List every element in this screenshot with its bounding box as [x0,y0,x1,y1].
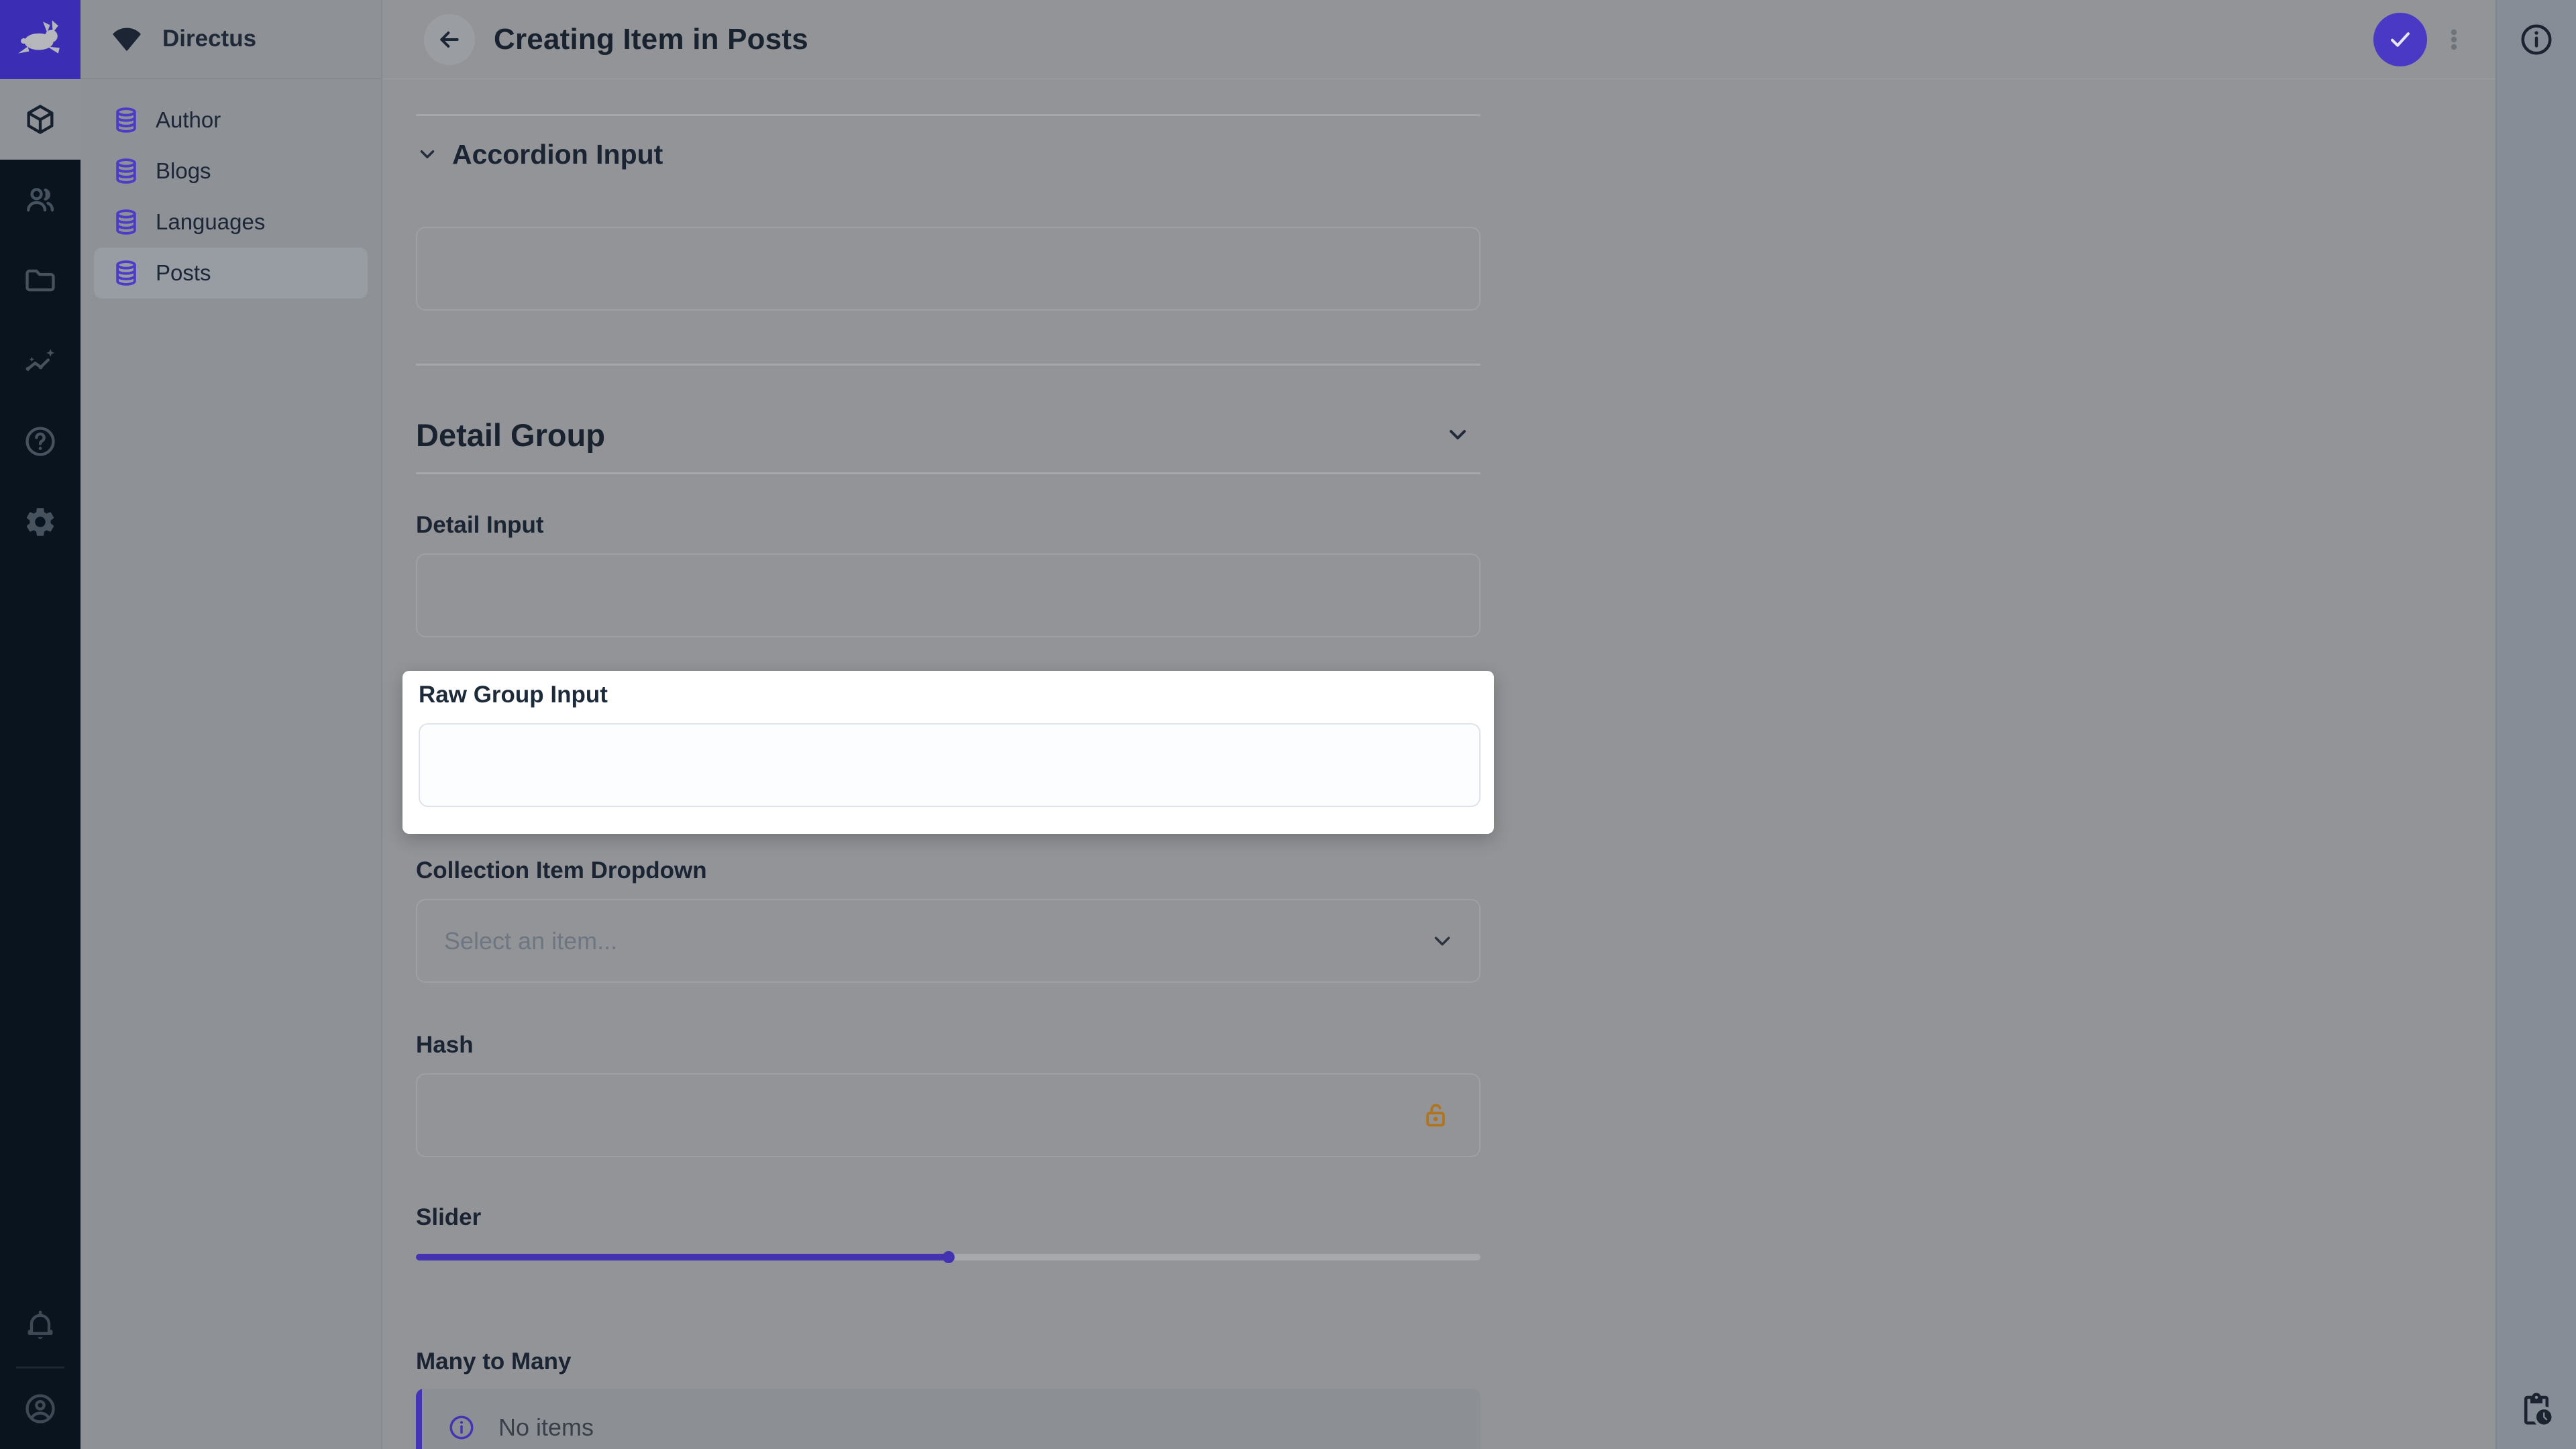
chevron-down-icon [1430,928,1455,954]
raw-group-input-label: Raw Group Input [419,682,1481,708]
slider-fill [416,1254,949,1260]
empty-state-text: No items [498,1413,594,1442]
empty-state: No items [416,1389,594,1449]
project-chooser[interactable]: Directus [80,0,381,79]
bell-notifications-icon [23,1309,58,1344]
module-settings[interactable] [0,482,80,562]
detail-group-header[interactable]: Detail Group [416,411,1481,458]
detail-input-label: Detail Input [416,512,1481,539]
check-icon [2387,27,2413,52]
back-button[interactable] [424,14,475,65]
raw-group-input-field[interactable] [419,723,1481,807]
select-placeholder: Select an item... [444,927,617,955]
module-bar-spacer [0,562,80,1286]
right-sidebar [2496,0,2576,1449]
collection-item-dropdown-select[interactable]: Select an item... [416,899,1481,983]
detail-group-label: Detail Group [416,417,605,453]
collections-nav: Author Blogs Languages [80,95,381,299]
project-name: Directus [162,25,256,52]
slider-control[interactable] [416,1244,1481,1270]
info-circle-icon [2518,21,2555,58]
info-button[interactable] [2497,0,2576,79]
revisions-button[interactable] [2497,1370,2576,1449]
nav-item-languages[interactable]: Languages [94,197,368,248]
nav-item-label: Posts [156,260,211,286]
module-users[interactable] [0,160,80,240]
rabbit-logo-icon [15,17,66,62]
app-root: Directus Author Blogs [0,0,2576,1449]
database-icon [111,156,141,186]
main-area: Creating Item in Posts A [382,0,2496,1449]
many-to-many-label: Many to Many [416,1348,1481,1375]
collection-item-dropdown-label: Collection Item Dropdown [416,857,1481,884]
nav-item-blogs[interactable]: Blogs [94,146,368,197]
more-options-button[interactable] [2436,13,2471,66]
raw-group-input-card: Raw Group Input [402,671,1494,834]
chevron-down-icon [416,143,439,166]
hash-label: Hash [416,1032,1481,1059]
accordion-input-header[interactable]: Accordion Input [416,134,1481,174]
nav-item-label: Languages [156,209,265,235]
nav-item-label: Author [156,107,221,133]
database-icon [111,105,141,135]
module-bar [0,0,80,1449]
hash-field[interactable] [416,1073,1481,1157]
section-divider [416,114,1481,116]
section-divider [416,364,1481,366]
item-form: Accordion Input Detail Group Detail Inpu… [382,79,2496,1449]
module-insights[interactable] [0,321,80,401]
lock-open-icon [1420,1100,1451,1131]
page-title: Creating Item in Posts [494,23,808,56]
chevron-down-icon [1444,421,1471,448]
accordion-input-label: Accordion Input [452,139,663,170]
cube-content-icon [23,102,58,137]
info-circle-icon [447,1413,476,1442]
page-header: Creating Item in Posts [382,0,2496,79]
settings-gear-icon [23,504,58,539]
directus-logo-button[interactable] [0,0,80,79]
detail-input-field[interactable] [416,553,1481,637]
slider-label: Slider [416,1204,1481,1231]
module-content[interactable] [0,79,80,160]
folder-files-icon [23,263,58,298]
project-icon [110,25,144,52]
many-to-many-empty-box: No items [416,1389,1481,1449]
slider-handle[interactable] [943,1251,955,1263]
module-docs[interactable] [0,401,80,482]
account-avatar-icon [23,1391,58,1426]
account-button[interactable] [0,1368,80,1449]
accordion-input-field[interactable] [416,227,1481,311]
notifications-button[interactable] [0,1286,80,1366]
help-question-icon [23,424,58,459]
revisions-clipboard-clock-icon [2518,1391,2555,1428]
nav-item-posts[interactable]: Posts [94,248,368,299]
nav-item-label: Blogs [156,158,211,184]
section-divider [416,472,1481,474]
users-icon [23,182,58,217]
nav-item-author[interactable]: Author [94,95,368,146]
more-vertical-icon [2439,25,2469,54]
module-files[interactable] [0,240,80,321]
back-arrow-icon [436,26,463,53]
database-icon [111,207,141,237]
accent-left-border [416,1389,422,1449]
navigation-sidebar: Directus Author Blogs [80,0,382,1449]
insights-trend-icon [23,343,58,378]
database-icon [111,258,141,288]
save-button[interactable] [2373,13,2427,66]
